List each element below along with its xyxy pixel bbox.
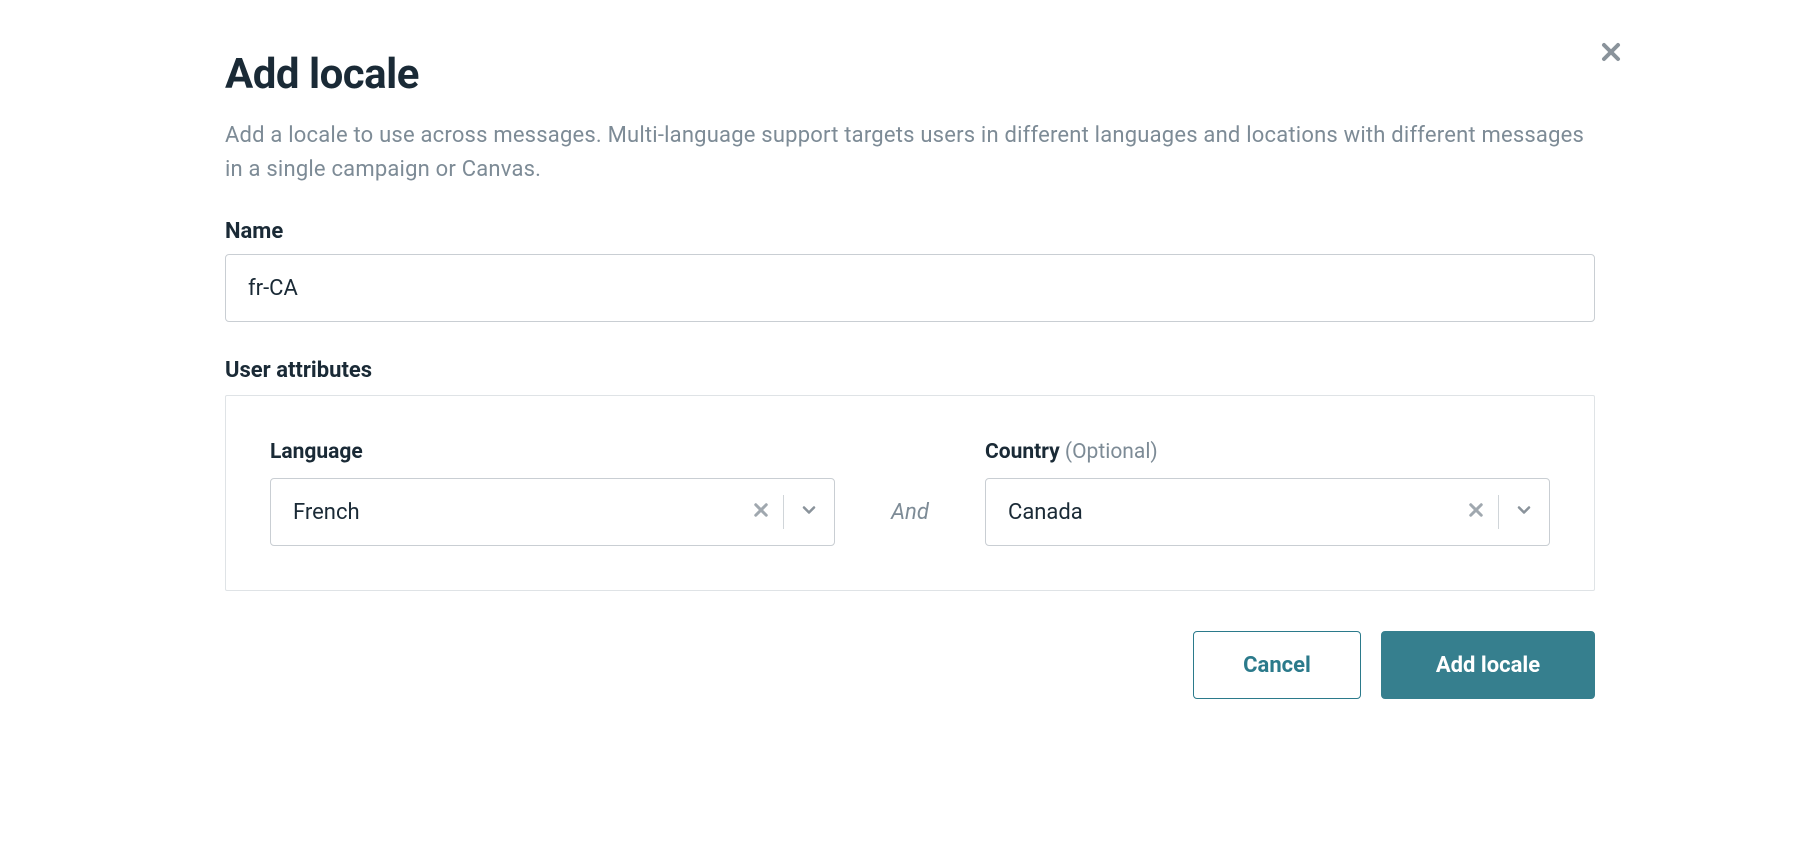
- dialog-description: Add a locale to use across messages. Mul…: [225, 119, 1595, 187]
- cancel-button[interactable]: Cancel: [1193, 631, 1361, 699]
- close-button[interactable]: [1597, 40, 1625, 68]
- chevron-down-icon: [799, 500, 819, 524]
- select-actions: [1454, 479, 1549, 545]
- language-column: Language French: [270, 440, 835, 546]
- country-dropdown-toggle[interactable]: [1499, 479, 1549, 545]
- name-label: Name: [225, 219, 1595, 244]
- name-input[interactable]: [225, 254, 1595, 322]
- clear-icon: [1467, 501, 1485, 523]
- user-attributes-heading: User attributes: [225, 358, 1595, 383]
- select-actions: [739, 479, 834, 545]
- dialog-title: Add locale: [225, 50, 1595, 99]
- country-clear-button[interactable]: [1454, 479, 1498, 545]
- and-text: And: [891, 500, 929, 525]
- language-clear-button[interactable]: [739, 479, 783, 545]
- dialog-footer: Cancel Add locale: [225, 631, 1595, 699]
- close-icon: [1599, 40, 1623, 68]
- user-attributes-box: Language French: [225, 395, 1595, 591]
- language-dropdown-toggle[interactable]: [784, 479, 834, 545]
- add-locale-button[interactable]: Add locale: [1381, 631, 1595, 699]
- clear-icon: [752, 501, 770, 523]
- country-select[interactable]: Canada: [985, 478, 1550, 546]
- language-select-value: French: [293, 500, 739, 525]
- country-label-text: Country: [985, 440, 1060, 464]
- country-column: Country (Optional) Canada: [985, 440, 1550, 546]
- chevron-down-icon: [1514, 500, 1534, 524]
- country-optional-text: (Optional): [1065, 440, 1158, 464]
- and-column: And: [835, 478, 985, 546]
- country-select-value: Canada: [1008, 500, 1454, 525]
- country-label: Country (Optional): [985, 440, 1550, 464]
- language-label: Language: [270, 440, 835, 464]
- add-locale-dialog: Add locale Add a locale to use across me…: [150, 0, 1670, 739]
- language-select[interactable]: French: [270, 478, 835, 546]
